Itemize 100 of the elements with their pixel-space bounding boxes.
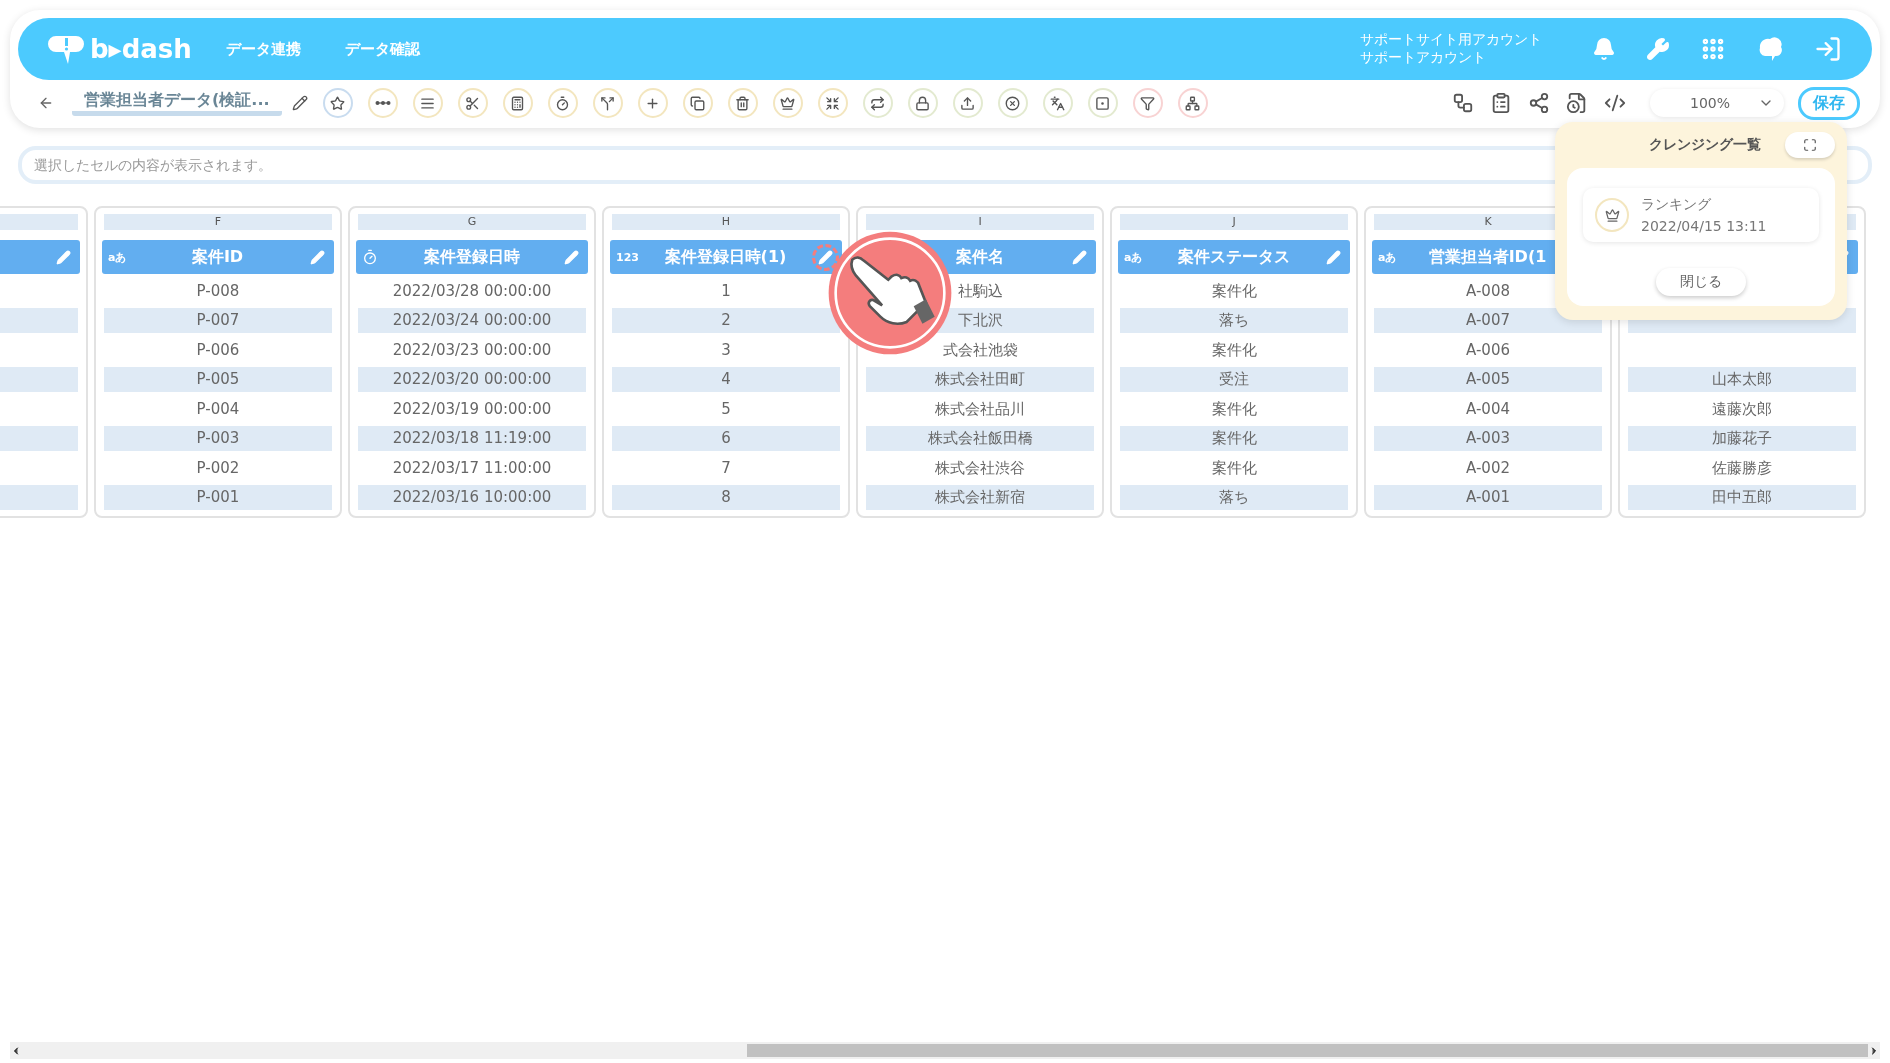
flow-icon[interactable] <box>1451 92 1474 114</box>
data-title: 営業担当者データ(検証... <box>72 90 282 116</box>
table-cell: 落ち <box>1120 308 1348 333</box>
column-header[interactable]: 案件登録日時 <box>356 240 588 274</box>
table-cell: A-001 <box>1374 485 1602 510</box>
table-cell-text: 1 <box>720 280 732 302</box>
x-circle-icon <box>1005 95 1021 111</box>
account-name: サポートアカウント <box>1360 49 1487 67</box>
pencil-icon <box>56 249 71 265</box>
tool-button[interactable] <box>592 88 623 118</box>
save-button[interactable]: 保存 <box>1798 86 1860 120</box>
table-cell: A-003 <box>1374 426 1602 451</box>
crown-icon <box>780 95 796 111</box>
tool-button[interactable] <box>997 88 1028 118</box>
tool-button[interactable] <box>862 88 893 118</box>
tool-button[interactable] <box>502 88 533 118</box>
nav-link[interactable]: データ連携 <box>225 39 301 59</box>
filter-icon <box>1140 95 1156 111</box>
close-button[interactable]: 閉じる <box>1656 268 1746 296</box>
table-cell: 株式会社新宿 <box>866 485 1094 510</box>
column-header[interactable]: aあ 案件ステータス <box>1118 240 1350 274</box>
pencil-icon[interactable] <box>291 95 308 111</box>
tool-button[interactable] <box>727 88 758 118</box>
tool-button[interactable] <box>322 88 353 118</box>
tool-button[interactable] <box>952 88 983 118</box>
table-cell: 受注 <box>1120 367 1348 392</box>
table-cell-text: 5 <box>720 398 732 420</box>
copy-icon <box>690 95 706 111</box>
pencil-icon <box>818 249 833 265</box>
share-icon[interactable] <box>1527 92 1550 114</box>
shrink-icon <box>825 95 841 111</box>
column-header[interactable]: aあ 案件ID <box>102 240 334 274</box>
timer-icon <box>362 249 378 265</box>
table-cell-text: 佐藤勝彦 <box>1711 457 1773 479</box>
logo-text: b▸dash <box>90 34 192 64</box>
table-cell: P-005 <box>104 367 332 392</box>
table-cell-text: 社駒込 <box>956 280 1004 302</box>
column-letter: F <box>104 214 332 230</box>
table-cell: A-007 <box>1374 308 1602 333</box>
type-mark: 123 <box>616 250 636 264</box>
type-mark: aあ <box>1378 249 1398 265</box>
code-icon[interactable] <box>1603 92 1626 114</box>
table-cell: 株式会社飯田橋 <box>866 426 1094 451</box>
expand-button[interactable] <box>1785 132 1835 158</box>
table-cell-text: P-004 <box>195 398 241 420</box>
calculator-icon <box>510 95 526 111</box>
history-icon[interactable] <box>1565 92 1588 114</box>
table-cell: 2 <box>612 308 840 333</box>
table-cell: P-003 <box>104 426 332 451</box>
tool-button[interactable] <box>412 88 443 118</box>
edit-button[interactable] <box>815 246 836 268</box>
nav-link[interactable]: データ確認 <box>344 39 420 59</box>
table-cell: 山本太郎 <box>1628 367 1856 392</box>
tool-button[interactable] <box>907 88 938 118</box>
table-cell: 落ち <box>1120 485 1348 510</box>
upload-icon <box>960 95 976 111</box>
table-cell: 2022/03/24 00:00:00 <box>358 308 586 333</box>
pencil-icon <box>1072 249 1087 265</box>
table-cell-text: P-002 <box>195 457 241 479</box>
table-cell: 田中五郎 <box>1628 485 1856 510</box>
tool-button[interactable] <box>367 88 398 118</box>
column-letter: H <box>612 214 840 230</box>
tool-button[interactable] <box>547 88 578 118</box>
table-cell: P-007 <box>104 308 332 333</box>
table-cell-text: P-008 <box>195 280 241 302</box>
tool-button[interactable] <box>1042 88 1073 118</box>
table-cell: 6 <box>612 426 840 451</box>
scissors-icon <box>465 95 481 111</box>
table-cell: P-001 <box>104 485 332 510</box>
cleansing-item[interactable]: ランキング 2022/04/15 13:11 <box>1583 188 1819 242</box>
column-letter: G <box>358 214 586 230</box>
star-icon <box>330 95 346 111</box>
table-cell-text: 式会社池袋 <box>941 339 1019 361</box>
table-cell-text: 3 <box>720 339 732 361</box>
horizontal-scrollbar[interactable] <box>10 1042 1880 1059</box>
pencil-icon <box>310 249 325 265</box>
dots-icon <box>374 100 391 106</box>
table-cell-text: 株式会社渋谷 <box>934 457 1026 479</box>
table-cell-text: 案件化 <box>1210 339 1258 361</box>
tool-button[interactable] <box>682 88 713 118</box>
tool-button[interactable] <box>1087 88 1118 118</box>
zoom-select[interactable]: 100% <box>1649 89 1784 117</box>
tool-button[interactable] <box>817 88 848 118</box>
table-cell-text: P-006 <box>195 339 241 361</box>
column-letter: I <box>866 214 1094 230</box>
table-cell: 2022/03/18 11:19:00 <box>358 426 586 451</box>
expand-icon <box>1803 138 1817 152</box>
column-header[interactable]: 123 案件登録日時(1) <box>610 240 842 274</box>
tool-button[interactable] <box>457 88 488 118</box>
type-mark: aあ <box>108 249 128 265</box>
tool-button[interactable] <box>1132 88 1163 118</box>
table-cell: A-005 <box>1374 367 1602 392</box>
tool-button[interactable] <box>1177 88 1208 118</box>
trash-icon <box>735 95 751 111</box>
item-name: ランキング <box>1641 196 1712 214</box>
tool-button[interactable] <box>772 88 803 118</box>
scroll-thumb[interactable] <box>747 1044 1868 1057</box>
table-cell-text: 案件化 <box>1210 280 1258 302</box>
pencil-icon <box>564 249 579 265</box>
table-cell-text: 案件化 <box>1210 457 1258 479</box>
